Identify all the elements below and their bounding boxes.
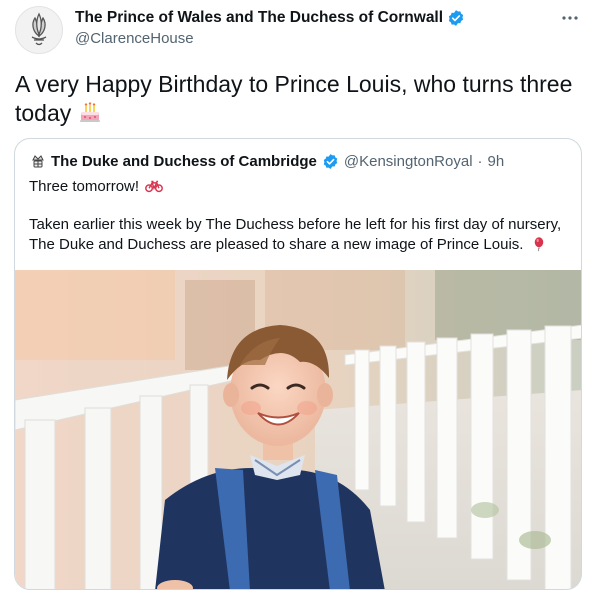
avatar[interactable]	[15, 6, 63, 54]
tweet-header: The Prince of Wales and The Duchess of C…	[75, 9, 465, 47]
tweet: The Prince of Wales and The Duchess of C…	[0, 0, 598, 600]
quoted-photo[interactable]	[15, 270, 581, 589]
quoted-tweet[interactable]: The Duke and Duchess of Cambridge @Kensi…	[14, 138, 582, 590]
quoted-handle[interactable]: @KensingtonRoyal	[344, 153, 473, 170]
kensington-royal-crest-icon	[30, 153, 46, 170]
tweet-text-block: A very Happy Birthday to Prince Louis, w…	[15, 70, 585, 128]
quoted-tweet-text: Three tomorrow! Taken earlier this week …	[29, 177, 574, 255]
prince-of-wales-feathers-icon	[31, 12, 47, 46]
balloon-icon	[534, 237, 543, 252]
quoted-line-1: Three tomorrow!	[29, 178, 140, 195]
quoted-line-2: Taken earlier this week by The Duchess b…	[29, 216, 562, 253]
quoted-tweet-header: The Duke and Duchess of Cambridge @Kensi…	[30, 153, 504, 170]
separator-dot: ·	[477, 153, 483, 170]
verified-badge-icon	[448, 10, 464, 26]
handle[interactable]: @ClarenceHouse	[75, 30, 465, 47]
verified-badge-icon	[323, 154, 338, 169]
quoted-display-name[interactable]: The Duke and Duchess of Cambridge	[51, 153, 317, 170]
quoted-timestamp[interactable]: 9h	[488, 153, 505, 170]
bicycle-icon	[145, 180, 164, 193]
birthday-cake-icon	[79, 102, 100, 122]
more-horizontal-icon[interactable]	[556, 8, 584, 28]
prince-louis-photo	[15, 270, 581, 589]
display-name[interactable]: The Prince of Wales and The Duchess of C…	[75, 9, 443, 27]
